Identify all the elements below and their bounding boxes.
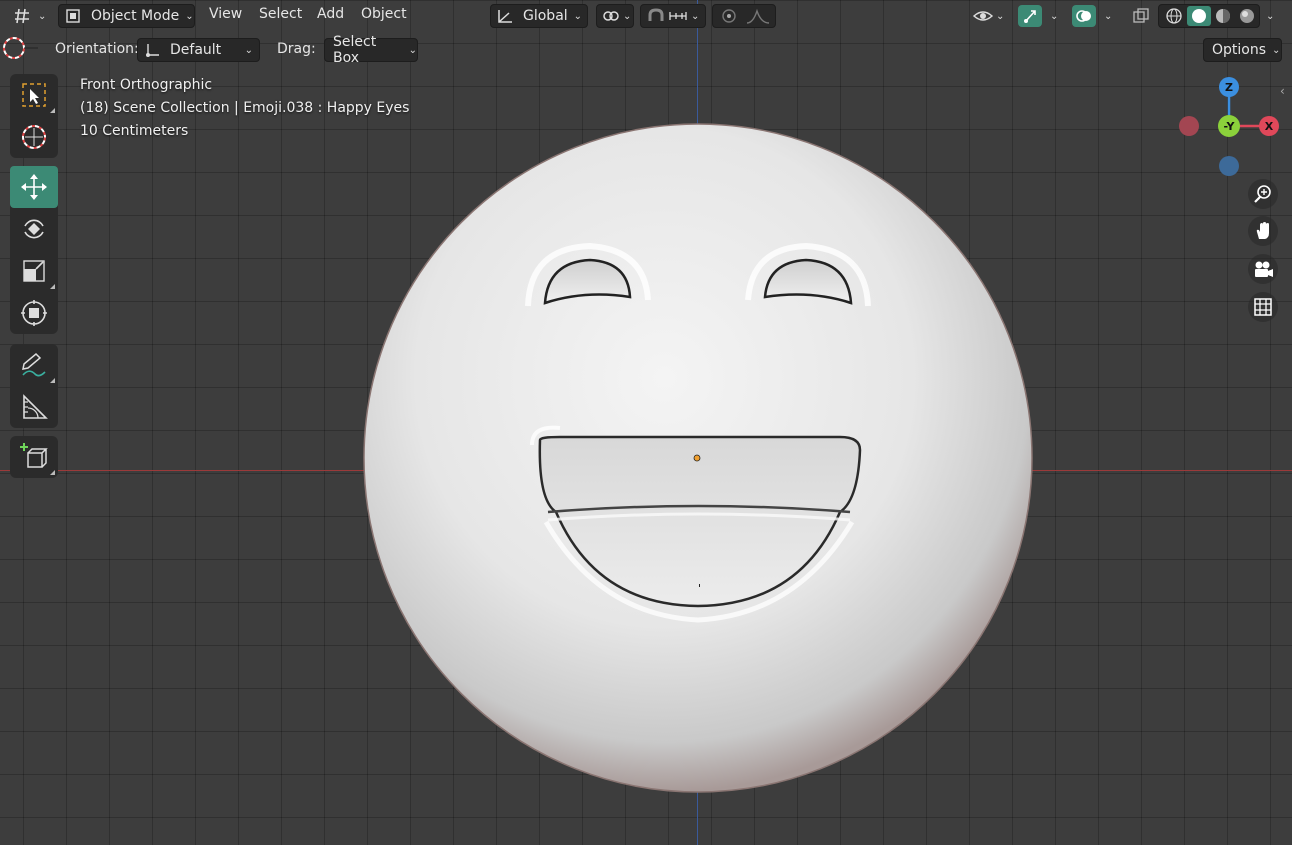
overlays-toggle[interactable]: ⌄ — [1072, 4, 1118, 28]
toolbar-group-transform — [10, 166, 58, 334]
object-origin[interactable] — [693, 454, 701, 462]
solid-shading-icon[interactable] — [1187, 6, 1211, 26]
orientation-default-icon — [146, 44, 159, 57]
toolbar-group-select — [10, 74, 58, 158]
proportional-edit-icon — [722, 9, 736, 23]
orientation-setting-value: Default — [170, 42, 222, 58]
visibility-dropdown[interactable]: ⌄ — [972, 4, 1012, 28]
menu-view[interactable]: View — [209, 6, 242, 22]
measure-tool[interactable] — [10, 386, 58, 428]
falloff-curve-icon — [746, 8, 770, 24]
xray-icon — [1133, 8, 1149, 23]
add-cube-icon — [20, 443, 48, 468]
gizmo-neg-z-axis[interactable] — [1219, 156, 1239, 176]
cursor-icon — [22, 125, 46, 149]
mode-dropdown[interactable]: Object Mode ⌄ — [58, 4, 195, 28]
shading-options-dropdown[interactable]: ⌄ — [1264, 4, 1284, 28]
editor-type-button[interactable]: ⌄ — [12, 4, 50, 28]
camera-icon — [1255, 261, 1273, 277]
scale-icon — [23, 260, 45, 282]
object-mode-icon — [66, 9, 80, 23]
overlays-icon — [1072, 5, 1096, 27]
camera-view-button[interactable] — [1248, 254, 1278, 284]
move-tool[interactable] — [10, 166, 58, 208]
gizmo-z-axis[interactable]: Z — [1219, 77, 1239, 97]
perspective-toggle-button[interactable] — [1248, 292, 1278, 322]
measure-icon — [23, 394, 48, 419]
gizmo-x-label: X — [1264, 119, 1274, 133]
options-dropdown[interactable]: Options ⌄ — [1203, 38, 1282, 62]
grid-scale-info: 10 Centimeters — [80, 123, 189, 139]
drag-setting-label: Drag: — [277, 41, 316, 57]
transform-orientation-dropdown[interactable]: Global ⌄ — [490, 4, 588, 28]
shading-modes[interactable] — [1158, 4, 1260, 28]
sidebar-toggle-icon[interactable]: ‹ — [1280, 84, 1285, 98]
3d-cursor-icon — [3, 37, 38, 59]
magnet-icon — [648, 8, 664, 21]
proportional-editing[interactable] — [712, 4, 776, 28]
emoji-mesh[interactable] — [0, 0, 1292, 845]
hand-icon — [1256, 222, 1269, 239]
orientation-axes-icon — [498, 10, 512, 23]
view-name: Front Orthographic — [80, 77, 213, 93]
grid-ortho-icon — [1254, 298, 1272, 316]
pan-button[interactable] — [1248, 216, 1278, 246]
gizmo-icon — [1018, 5, 1042, 27]
rendered-shading-icon[interactable] — [1235, 7, 1259, 25]
orientation-label: Global — [523, 8, 568, 24]
cursor-tool[interactable] — [10, 116, 58, 158]
annotate-icon — [22, 352, 46, 377]
scale-tool[interactable] — [10, 250, 58, 292]
gizmo-y-label: -Y — [1223, 119, 1235, 133]
toolbar-group-annotate — [10, 344, 58, 428]
pivot-point-dropdown[interactable]: ⌄ — [596, 4, 634, 28]
grid-editor-icon — [15, 8, 29, 24]
snapping-dropdown[interactable]: ⌄ — [640, 4, 706, 28]
snap-increment-icon — [669, 12, 687, 20]
menu-select[interactable]: Select — [259, 6, 302, 22]
rotate-icon — [24, 219, 44, 239]
orientation-setting-label: Orientation: — [55, 41, 139, 57]
select-box-icon — [22, 83, 46, 107]
gizmo-toggle[interactable]: ⌄ — [1018, 4, 1066, 28]
wireframe-shading-icon[interactable] — [1163, 7, 1185, 25]
transform-icon — [21, 300, 47, 326]
collection-info: (18) Scene Collection | Emoji.038 : Happ… — [80, 100, 410, 116]
zoom-button[interactable] — [1248, 179, 1278, 209]
drag-setting-value: Select Box — [333, 34, 377, 66]
material-shading-icon[interactable] — [1211, 7, 1235, 25]
xray-toggle[interactable] — [1128, 4, 1154, 28]
transform-tool[interactable] — [10, 292, 58, 334]
mode-label: Object Mode — [91, 8, 180, 24]
zoom-icon — [1254, 185, 1271, 203]
annotate-tool[interactable] — [10, 344, 58, 386]
toolbar-group-add — [10, 436, 58, 478]
select-box-tool[interactable] — [10, 74, 58, 116]
menu-object[interactable]: Object — [361, 6, 407, 22]
gizmo-z-label: Z — [1225, 80, 1233, 94]
viewport-header: ⌄ Object Mode ⌄ View Select Add Object G… — [0, 0, 1292, 32]
orientation-setting-dropdown[interactable]: Default ⌄ — [137, 38, 260, 62]
gizmo-neg-y-axis[interactable]: -Y — [1218, 115, 1240, 137]
link-icon — [603, 11, 619, 21]
3d-viewport[interactable] — [0, 0, 1292, 845]
gizmo-x-axis[interactable]: X — [1259, 116, 1279, 136]
drag-setting-dropdown[interactable]: Select Box ⌄ — [324, 34, 418, 66]
rotate-tool[interactable] — [10, 208, 58, 250]
options-label: Options — [1212, 42, 1267, 58]
move-icon — [21, 174, 47, 200]
gizmo-neg-x-axis[interactable] — [1179, 116, 1199, 136]
eye-icon — [972, 11, 994, 21]
menu-add[interactable]: Add — [317, 6, 344, 22]
add-cube-tool[interactable] — [10, 436, 58, 478]
